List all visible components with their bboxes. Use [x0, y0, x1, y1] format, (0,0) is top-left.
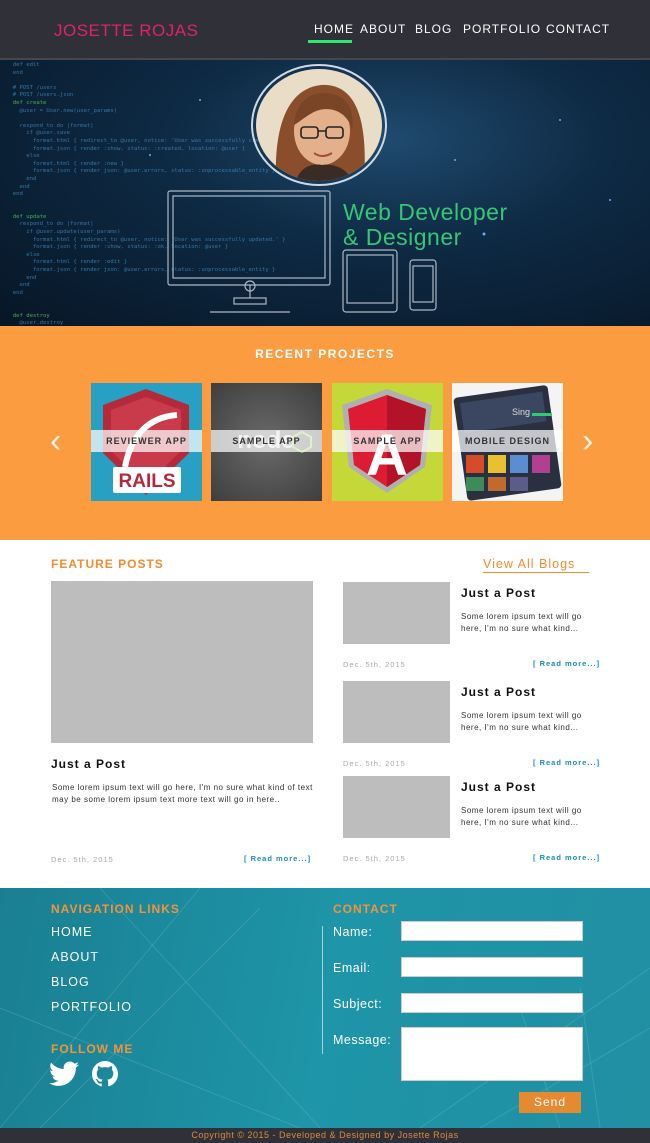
project-label: REVIEWER APP	[91, 430, 202, 452]
project-card-rails[interactable]: RAILS REVIEWER APP	[91, 383, 202, 501]
main-post-date: Dec. 5th, 2015	[51, 855, 114, 864]
footer-link-blog[interactable]: BLOG	[51, 975, 90, 989]
feature-posts-title: FEATURE POSTS	[51, 557, 164, 571]
project-card-node[interactable]: node SAMPLE APP	[211, 383, 322, 501]
footer: NAVIGATION LINKS HOME ABOUT BLOG PORTFOL…	[0, 888, 650, 1128]
name-label: Name:	[333, 925, 373, 939]
side-post-date: Dec. 5th, 2015	[343, 660, 406, 669]
contact-title: CONTACT	[333, 902, 398, 916]
project-label: MOBILE DESIGN	[452, 430, 563, 452]
twitter-icon[interactable]	[49, 1061, 79, 1087]
side-post-image[interactable]	[343, 582, 450, 644]
recent-projects-section: RECENT PROJECTS ‹ › RAILS REVIEWER APP n…	[0, 326, 650, 540]
hero-title: Web Developer & Designer	[343, 200, 508, 250]
message-label: Message:	[333, 1033, 392, 1047]
top-nav: JOSETTE ROJAS HOME ABOUT BLOG PORTFOLIO …	[0, 0, 650, 60]
side-post-read-more[interactable]: [ Read more...]	[533, 758, 600, 767]
project-card-angular[interactable]: A SAMPLE APP	[332, 383, 443, 501]
subject-label: Subject:	[333, 997, 383, 1011]
side-post-read-more[interactable]: [ Read more...]	[533, 659, 600, 668]
side-post-date: Dec. 5th, 2015	[343, 854, 406, 863]
main-post-read-more[interactable]: [ Read more...]	[244, 854, 311, 863]
send-button[interactable]: Send	[519, 1092, 581, 1113]
footer-link-about[interactable]: ABOUT	[51, 950, 99, 964]
rails-logo-text: RAILS	[119, 471, 176, 492]
email-label: Email:	[333, 961, 371, 975]
main-post-image[interactable]	[51, 581, 313, 743]
side-post-read-more[interactable]: [ Read more...]	[533, 853, 600, 862]
side-post-title[interactable]: Just a Post	[461, 685, 536, 699]
side-post-title[interactable]: Just a Post	[461, 586, 536, 600]
footer-link-home[interactable]: HOME	[51, 925, 93, 939]
hero-title-line2: & Designer	[343, 224, 462, 250]
footer-divider	[322, 926, 323, 1054]
copyright: Copyright © 2015 - Developed & Designed …	[0, 1128, 650, 1143]
side-post-image[interactable]	[343, 681, 450, 743]
side-post-title[interactable]: Just a Post	[461, 780, 536, 794]
main-post-text: Some lorem ipsum text will go here, I'm …	[52, 783, 313, 804]
side-post-date: Dec. 5th, 2015	[343, 759, 406, 768]
main-post-title[interactable]: Just a Post	[51, 757, 126, 771]
carousel-next-icon[interactable]: ›	[582, 424, 593, 458]
nav-links-title: NAVIGATION LINKS	[51, 902, 180, 916]
github-icon[interactable]	[92, 1061, 118, 1087]
side-post-image[interactable]	[343, 776, 450, 838]
nav-active-indicator	[308, 40, 352, 43]
avatar	[256, 69, 382, 181]
nav-home[interactable]: HOME	[314, 22, 354, 36]
email-input[interactable]	[401, 957, 583, 977]
project-label: SAMPLE APP	[211, 430, 322, 452]
subject-input[interactable]	[401, 993, 583, 1013]
nav-contact[interactable]: CONTACT	[546, 22, 610, 36]
side-post-text: Some lorem ipsum text will go here, I'm …	[461, 806, 582, 827]
side-post-text: Some lorem ipsum text will go here, I'm …	[461, 612, 582, 633]
view-all-blogs-link[interactable]: View All Blogs	[483, 557, 590, 573]
brand-logo[interactable]: JOSETTE ROJAS	[54, 21, 198, 41]
project-label: SAMPLE APP	[332, 430, 443, 452]
name-input[interactable]	[401, 921, 583, 941]
nav-blog[interactable]: BLOG	[415, 22, 452, 36]
carousel-prev-icon[interactable]: ‹	[50, 424, 61, 458]
nav-portfolio[interactable]: PORTFOLIO	[463, 22, 541, 36]
nav-about[interactable]: ABOUT	[360, 22, 406, 36]
mobile-logo-text: Sing	[512, 407, 530, 417]
projects-title: RECENT PROJECTS	[255, 347, 395, 361]
hero-title-line1: Web Developer	[343, 199, 508, 225]
project-card-mobile[interactable]: Sing MOBILE DESIGN	[452, 383, 563, 501]
message-textarea[interactable]	[401, 1027, 583, 1081]
side-post-text: Some lorem ipsum text will go here, I'm …	[461, 711, 582, 732]
hero-banner: def edit end # POST /users # POST /users…	[0, 60, 650, 326]
follow-me-title: FOLLOW ME	[51, 1042, 134, 1056]
footer-link-portfolio[interactable]: PORTFOLIO	[51, 1000, 132, 1014]
